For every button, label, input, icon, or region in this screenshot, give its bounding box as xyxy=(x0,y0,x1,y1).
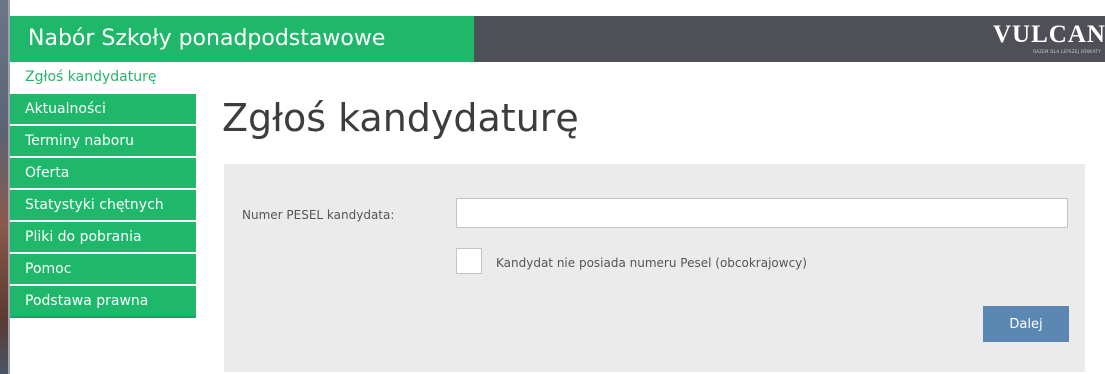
header-bar: VULCAN RAZEM DLA LEPSZEJ OŚWIATY xyxy=(474,16,1105,62)
vulcan-logo: VULCAN RAZEM DLA LEPSZEJ OŚWIATY xyxy=(993,21,1105,56)
sidebar-item-oferta[interactable]: Oferta xyxy=(10,156,196,188)
no-pesel-checkbox[interactable] xyxy=(456,248,482,274)
sidebar-item-podstawa-prawna[interactable]: Podstawa prawna xyxy=(10,284,196,318)
window-frame-left xyxy=(0,0,8,374)
sidebar-item-aktualnosci[interactable]: Aktualności xyxy=(10,92,196,124)
logo-tagline: RAZEM DLA LEPSZEJ OŚWIATY xyxy=(1033,49,1101,54)
no-pesel-label: Kandydat nie posiada numeru Pesel (obcok… xyxy=(496,256,807,270)
sidebar-item-terminy-naboru[interactable]: Terminy naboru xyxy=(10,124,196,156)
form-panel: Numer PESEL kandydata: Kandydat nie posi… xyxy=(224,164,1085,372)
sidebar-item-pliki-do-pobrania[interactable]: Pliki do pobrania xyxy=(10,220,196,252)
sidebar-item-statystyki-chetnych[interactable]: Statystyki chętnych xyxy=(10,188,196,220)
sidebar-nav: Zgłoś kandydaturę Aktualności Terminy na… xyxy=(10,62,196,318)
pesel-input[interactable] xyxy=(456,198,1068,228)
app-title: Nabór Szkoły ponadpodstawowe xyxy=(10,16,474,62)
page-title: Zgłoś kandydaturę xyxy=(222,96,579,140)
sidebar-item-zglos-kandydature[interactable]: Zgłoś kandydaturę xyxy=(10,62,196,92)
logo-text: VULCAN xyxy=(993,21,1105,48)
pesel-label: Numer PESEL kandydata: xyxy=(242,208,395,222)
dalej-button[interactable]: Dalej xyxy=(983,306,1069,342)
sidebar-item-pomoc[interactable]: Pomoc xyxy=(10,252,196,284)
